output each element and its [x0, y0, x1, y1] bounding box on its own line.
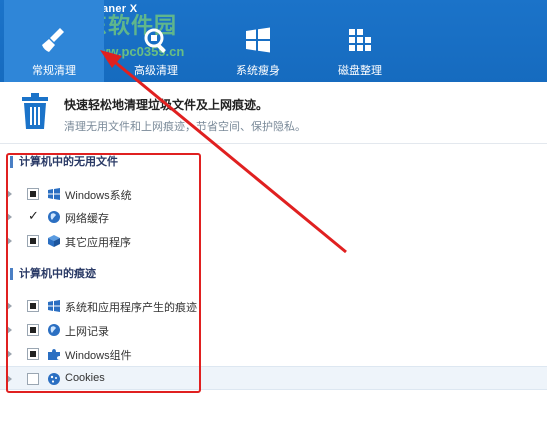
tab-regular-clean[interactable]: 常规清理 — [4, 0, 104, 82]
tab-label: 高级清理 — [134, 65, 178, 77]
info-banner: 快速轻松地清理垃圾文件及上网痕迹。 清理无用文件和上网痕迹，节省空间、保护隐私。 — [0, 82, 547, 144]
windows-icon — [246, 27, 270, 53]
tab-advanced-clean[interactable]: 高级清理 — [106, 0, 206, 82]
broom-icon — [42, 28, 64, 52]
info-title: 快速轻松地清理垃圾文件及上网痕迹。 — [64, 98, 269, 112]
tab-disk-defrag[interactable]: 磁盘整理 — [310, 0, 410, 82]
trash-icon — [22, 93, 48, 129]
advanced-clean-icon — [144, 28, 166, 53]
tab-label: 磁盘整理 — [338, 65, 382, 77]
info-subtitle: 清理无用文件和上网痕迹，节省空间、保护隐私。 — [64, 121, 306, 133]
tab-label: 系统瘦身 — [236, 65, 280, 77]
tab-label: 常规清理 — [32, 65, 76, 77]
tab-system-slim[interactable]: 系统瘦身 — [208, 0, 308, 82]
annotation-highlight-box — [6, 153, 201, 393]
defrag-blocks-icon — [349, 29, 371, 51]
app-header: Wise Disk Cleaner X 河东软件园 www.pc0359.cn … — [0, 0, 547, 82]
